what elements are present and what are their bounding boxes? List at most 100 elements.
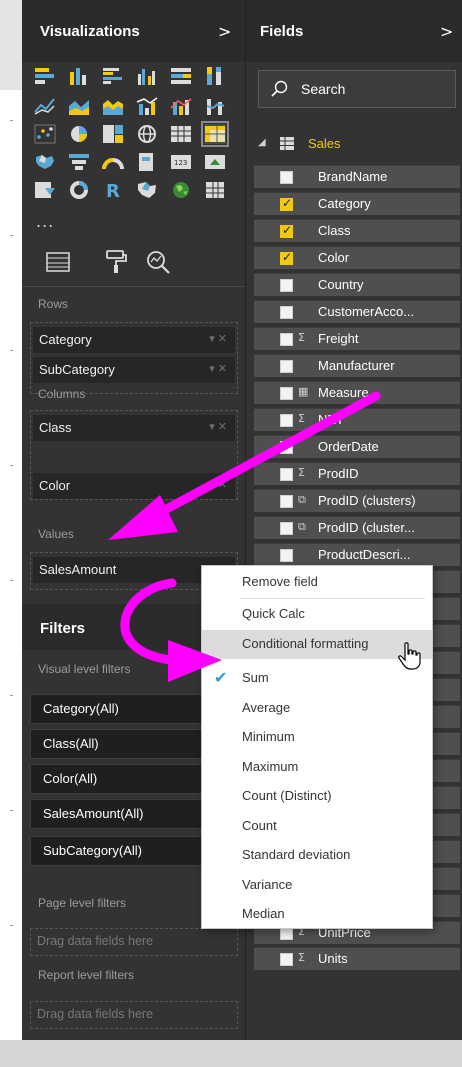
menu-item-count[interactable]: Count <box>202 812 432 841</box>
shape-map-icon[interactable] <box>136 180 158 200</box>
slicer-icon[interactable] <box>34 180 56 200</box>
checkbox[interactable] <box>280 953 293 966</box>
fields-search-box[interactable] <box>258 70 456 108</box>
report-canvas[interactable] <box>0 90 23 1058</box>
ribbon-chart-icon[interactable] <box>204 96 226 116</box>
menu-item-quick-calc[interactable]: Quick Calc <box>202 600 432 629</box>
menu-item-median[interactable]: Median <box>202 900 432 929</box>
chevron-right-icon[interactable]: > <box>218 22 231 41</box>
visualizations-header: Visualizations > <box>22 0 245 62</box>
chevron-right-icon[interactable]: > <box>440 22 453 41</box>
treemap-icon[interactable] <box>102 124 124 144</box>
rows-field-category[interactable]: Category ▾ ✕ <box>33 327 235 353</box>
fields-well-icon[interactable] <box>44 248 72 276</box>
line-clustered-column-icon[interactable] <box>136 96 158 116</box>
field-item[interactable]: Category <box>254 192 460 215</box>
globe-icon[interactable] <box>170 180 192 200</box>
field-item[interactable]: Σ Units <box>254 947 460 970</box>
menu-item-standard-deviation[interactable]: Standard deviation <box>202 841 432 870</box>
checkbox-checked[interactable] <box>280 223 293 238</box>
checkbox[interactable] <box>280 414 293 427</box>
field-item[interactable]: ▦ Measure <box>254 381 460 404</box>
checkbox[interactable] <box>280 387 293 400</box>
checkbox[interactable] <box>280 306 293 319</box>
close-icon[interactable]: ✕ <box>218 478 227 491</box>
rows-well[interactable]: Category ▾ ✕ SubCategory ▾ ✕ <box>30 322 238 394</box>
grid-visual-icon[interactable] <box>204 180 226 200</box>
checkbox[interactable] <box>280 279 293 292</box>
columns-field-class[interactable]: Class ▾ ✕ <box>33 415 235 441</box>
table-sales[interactable]: ◢ Sales <box>258 134 458 154</box>
menu-item-average[interactable]: Average <box>202 694 432 723</box>
field-item[interactable]: Σ Freight <box>254 327 460 350</box>
field-item[interactable]: Σ ProdID <box>254 462 460 485</box>
map-icon[interactable] <box>136 124 158 144</box>
format-paint-roller-icon[interactable] <box>102 248 130 276</box>
field-item[interactable]: Country <box>254 273 460 296</box>
menu-item-count-distinct[interactable]: Count (Distinct) <box>202 782 432 811</box>
page-filters-drop-zone[interactable]: Drag data fields here <box>30 928 238 956</box>
menu-item-maximum[interactable]: Maximum <box>202 753 432 782</box>
field-item[interactable]: Class <box>254 219 460 242</box>
gauge-icon[interactable] <box>102 152 124 172</box>
stacked-column-chart-icon[interactable] <box>68 66 90 86</box>
line-chart-icon[interactable] <box>34 96 56 116</box>
field-item[interactable]: ⧉ ProdID (clusters) <box>254 489 460 512</box>
chevron-down-icon[interactable]: ▾ ✕ <box>209 332 227 345</box>
stacked-bar-chart-icon[interactable] <box>34 66 56 86</box>
kpi-icon[interactable] <box>204 152 226 172</box>
menu-item-minimum[interactable]: Minimum <box>202 723 432 752</box>
clustered-column-chart-icon[interactable] <box>136 66 158 86</box>
search-input[interactable] <box>299 78 453 100</box>
r-script-visual-icon[interactable]: R <box>102 180 124 200</box>
report-filters-drop-zone[interactable]: Drag data fields here <box>30 1001 238 1029</box>
table-visual-icon[interactable] <box>170 124 192 144</box>
field-item[interactable]: OrderDate <box>254 435 460 458</box>
field-item[interactable]: ProductDescri... <box>254 543 460 566</box>
rows-field-subcategory[interactable]: SubCategory ▾ ✕ <box>33 357 235 383</box>
100-stacked-column-icon[interactable] <box>204 66 226 86</box>
field-item[interactable]: ⧉ ProdID (cluster... <box>254 516 460 539</box>
pie-chart-icon[interactable] <box>68 124 90 144</box>
field-item[interactable]: Manufacturer <box>254 354 460 377</box>
field-item[interactable]: Σ NET <box>254 408 460 431</box>
checkbox[interactable] <box>280 468 293 481</box>
checkbox[interactable] <box>280 522 293 535</box>
visual-level-filters-label: Visual level filters <box>38 662 131 676</box>
field-type-icon <box>298 223 312 237</box>
checkbox[interactable] <box>280 333 293 346</box>
checkbox[interactable] <box>280 495 293 508</box>
card-icon[interactable] <box>136 152 158 172</box>
checkbox[interactable] <box>280 360 293 373</box>
chevron-down-icon[interactable]: ▾ ✕ <box>209 420 227 433</box>
scatter-chart-icon[interactable] <box>34 124 56 144</box>
columns-well[interactable]: Class ▾ ✕ Color ✕ <box>30 410 238 500</box>
columns-field-color[interactable]: Color ✕ <box>33 473 235 499</box>
menu-item-remove-field[interactable]: Remove field <box>202 568 432 597</box>
filled-map-icon[interactable] <box>34 152 56 172</box>
100-stacked-bar-icon[interactable] <box>170 66 192 86</box>
checkbox[interactable] <box>280 549 293 562</box>
menu-item-variance[interactable]: Variance <box>202 871 432 900</box>
checkbox-checked[interactable] <box>280 196 293 211</box>
chevron-down-icon[interactable]: ▾ ✕ <box>209 362 227 375</box>
multi-row-card-icon[interactable]: 123 <box>170 152 192 172</box>
analytics-magnifier-icon[interactable] <box>144 248 172 276</box>
collapse-triangle-icon[interactable]: ◢ <box>258 137 266 148</box>
field-item[interactable]: Color <box>254 246 460 269</box>
stacked-area-chart-icon[interactable] <box>102 96 124 116</box>
matrix-visual-icon[interactable] <box>201 121 229 147</box>
funnel-icon[interactable] <box>68 152 90 172</box>
clustered-bar-chart-icon[interactable] <box>102 66 124 86</box>
donut-chart-icon[interactable] <box>68 180 90 200</box>
area-chart-icon[interactable] <box>68 96 90 116</box>
field-item[interactable]: CustomerAcco... <box>254 300 460 323</box>
checkbox[interactable] <box>280 441 293 454</box>
more-visuals-button[interactable]: ... <box>36 212 54 231</box>
menu-item-label: Variance <box>242 877 293 892</box>
top-strip <box>0 0 22 90</box>
field-item[interactable]: BrandName <box>254 165 460 188</box>
checkbox-checked[interactable] <box>280 250 293 265</box>
checkbox[interactable] <box>280 171 293 184</box>
line-stacked-column-icon[interactable] <box>170 96 192 116</box>
